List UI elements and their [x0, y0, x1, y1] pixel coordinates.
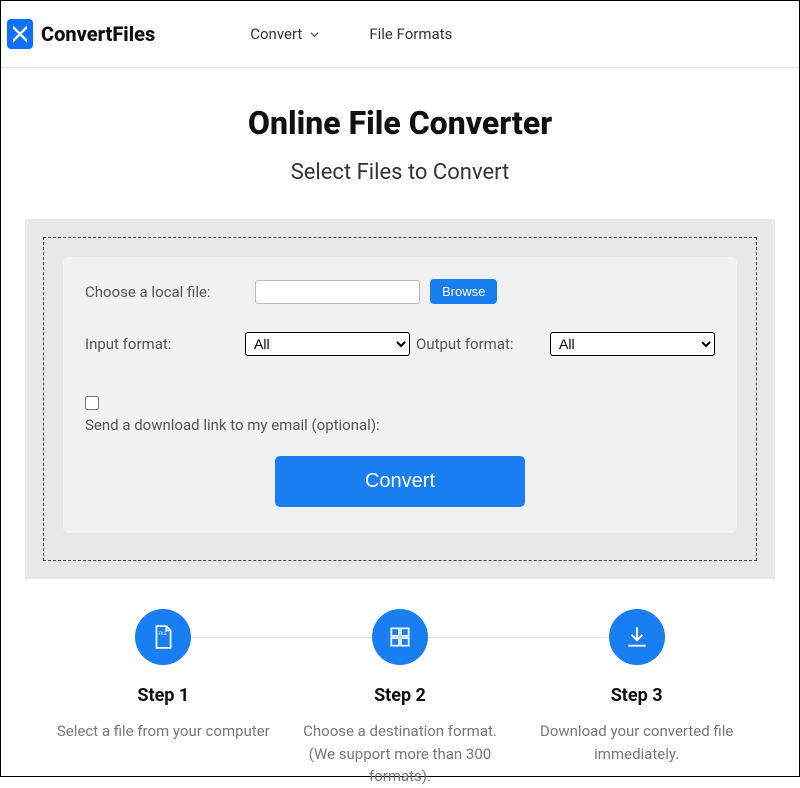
step-3: Step 3 Download your converted file imme… [522, 609, 752, 788]
nav-convert-label: Convert [250, 25, 302, 43]
label-input-format: Input format: [85, 335, 245, 353]
step-2: Step 2 Choose a destination format. (We … [285, 609, 515, 788]
nav-formats-label: File Formats [369, 25, 452, 43]
output-format-select[interactable]: All [550, 332, 715, 356]
step-3-title: Step 3 [522, 685, 752, 706]
step-1-title: Step 1 [48, 685, 278, 706]
logo[interactable]: ConvertFiles [5, 19, 155, 49]
file-icon: FILE [135, 609, 191, 665]
svg-text:FILE: FILE [159, 632, 168, 637]
download-icon [609, 609, 665, 665]
row-formats: Input format: All Output format: All [85, 332, 715, 356]
converter-area: Choose a local file: Browse Input format… [25, 219, 775, 579]
converter-panel: Choose a local file: Browse Input format… [62, 256, 738, 534]
grid-icon [372, 609, 428, 665]
nav-file-formats[interactable]: File Formats [369, 25, 452, 43]
label-output-format: Output format: [416, 335, 514, 353]
nav-convert[interactable]: Convert [250, 25, 319, 43]
label-choose-file: Choose a local file: [85, 283, 245, 301]
logo-text: ConvertFiles [41, 22, 155, 46]
label-email: Send a download link to my email (option… [85, 416, 715, 434]
nav: Convert File Formats [250, 25, 452, 43]
step-1: FILE Step 1 Select a file from your comp… [48, 609, 278, 788]
chevron-down-icon [310, 30, 319, 39]
step-3-desc: Download your converted file immediately… [522, 720, 752, 765]
main: Online File Converter Select Files to Co… [1, 68, 799, 788]
convert-button[interactable]: Convert [275, 456, 525, 507]
email-checkbox[interactable] [85, 396, 99, 410]
row-choose-file: Choose a local file: Browse [85, 279, 715, 304]
dropzone[interactable]: Choose a local file: Browse Input format… [43, 237, 757, 561]
steps: FILE Step 1 Select a file from your comp… [25, 609, 775, 788]
step-1-desc: Select a file from your computer [48, 720, 278, 743]
browse-button[interactable]: Browse [430, 279, 497, 304]
input-format-select[interactable]: All [245, 332, 410, 356]
row-email: Send a download link to my email (option… [85, 396, 715, 434]
header: ConvertFiles Convert File Formats [1, 1, 799, 68]
step-2-title: Step 2 [285, 685, 515, 706]
step-2-desc: Choose a destination format. (We support… [285, 720, 515, 788]
convert-button-wrap: Convert [85, 456, 715, 507]
logo-icon [7, 19, 33, 49]
page-subtitle: Select Files to Convert [25, 160, 775, 185]
file-path-input[interactable] [255, 280, 420, 304]
page-title: Online File Converter [25, 104, 775, 142]
